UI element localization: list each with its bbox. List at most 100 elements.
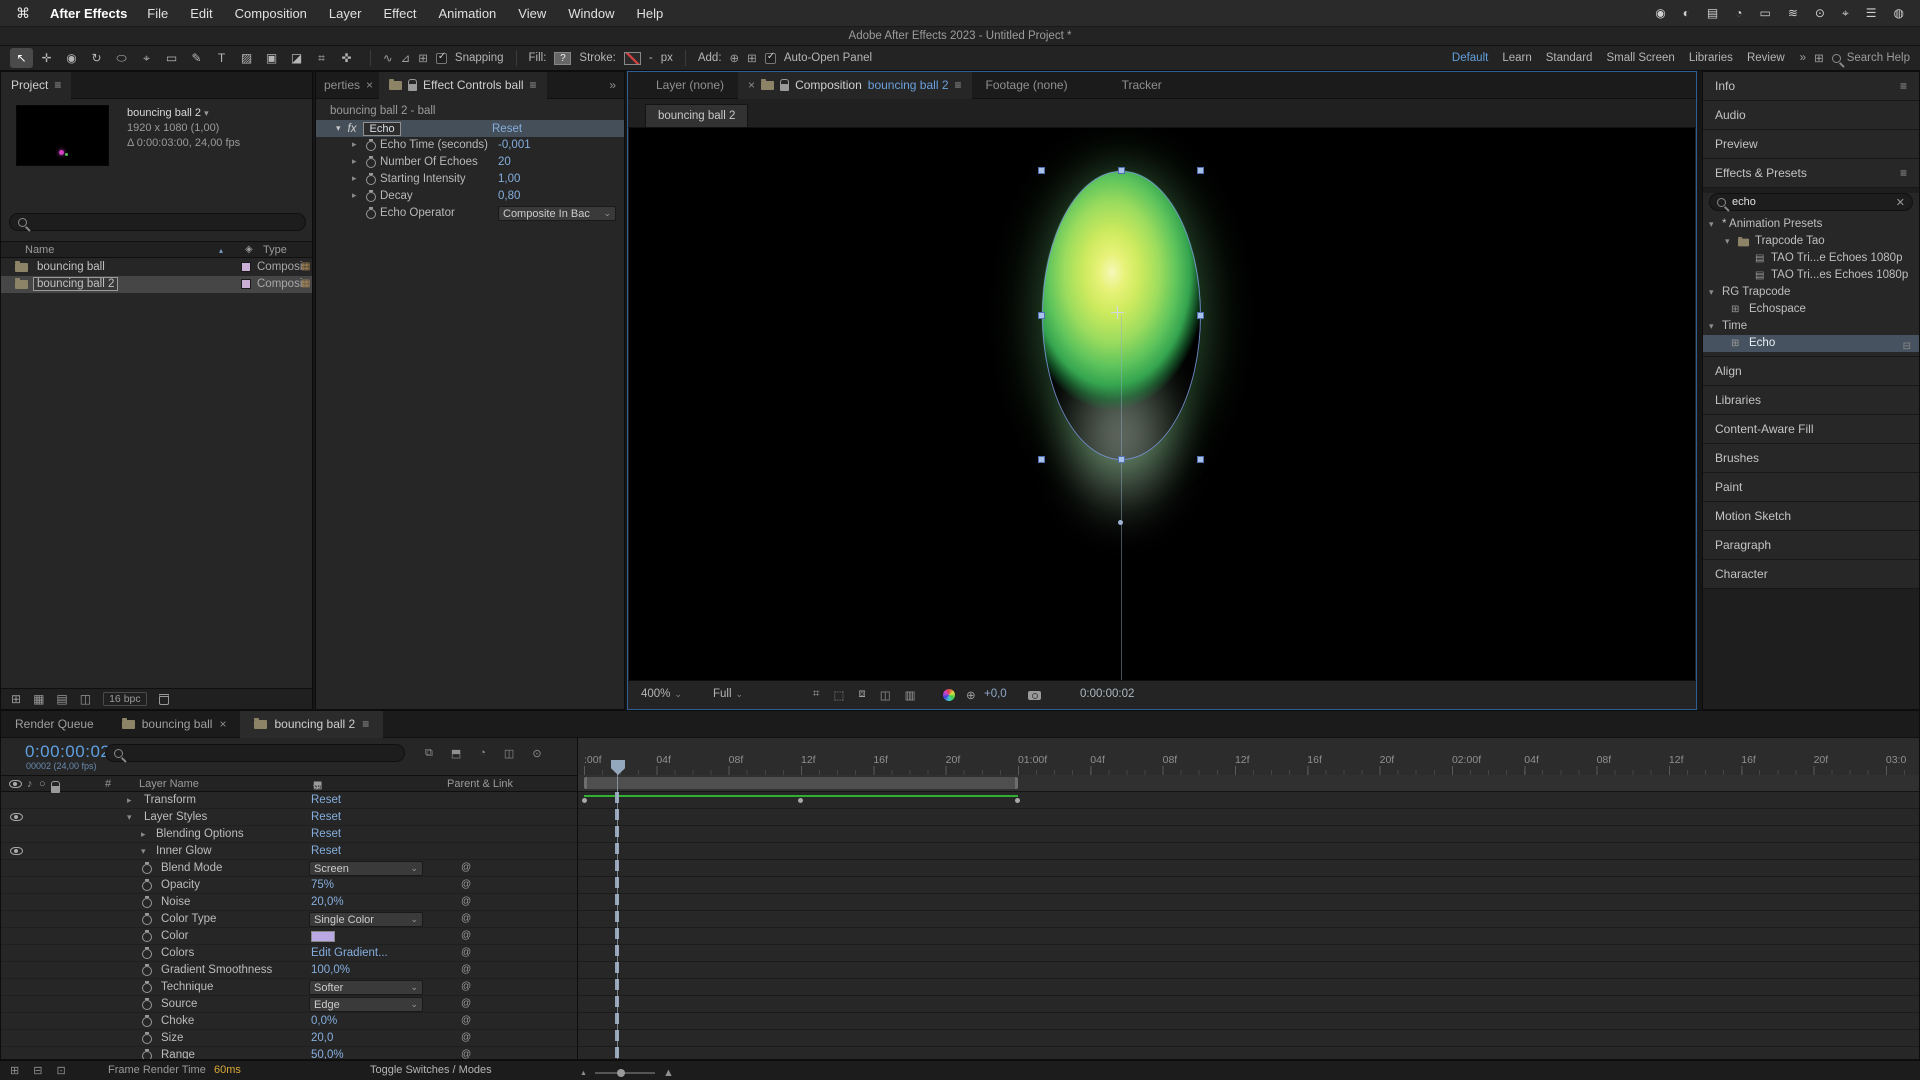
- stroke-value[interactable]: -: [649, 52, 653, 64]
- property-label[interactable]: Gradient Smoothness: [161, 964, 272, 976]
- sidebar-panel-header[interactable]: Info ≡: [1703, 72, 1919, 101]
- stopwatch-icon[interactable]: [142, 1000, 152, 1010]
- effects-tree-label[interactable]: RG Trapcode: [1722, 284, 1790, 301]
- effects-presets-search-field[interactable]: ✕: [1709, 193, 1913, 211]
- stopwatch-icon[interactable]: [142, 1051, 152, 1060]
- clear-search-icon[interactable]: ✕: [1896, 196, 1905, 209]
- effects-tree-item[interactable]: ▾ RG Trapcode: [1703, 284, 1919, 301]
- timeline-property-row[interactable]: ▾ Inner Glow Reset Reset ⌄ @: [1, 843, 577, 860]
- selection-handle[interactable]: [1118, 456, 1125, 463]
- timeline-bottom-icon[interactable]: ⊞: [10, 1064, 19, 1077]
- property-dropdown[interactable]: Screen ⌄: [309, 861, 423, 876]
- stopwatch-icon[interactable]: [366, 141, 376, 151]
- effect-param-row[interactable]: ▸ Starting Intensity 1,00 1,00 ⌄: [316, 171, 624, 188]
- property-label[interactable]: Choke: [161, 1015, 194, 1027]
- property-label[interactable]: Transform: [144, 794, 196, 806]
- menubar-status-icon[interactable]: ≋: [1788, 6, 1798, 21]
- add-fill-icon[interactable]: ⊕: [730, 51, 740, 65]
- timeline-tracks[interactable]: [578, 792, 1919, 1059]
- effects-tree-label[interactable]: TAO Tri...es Echoes 1080p: [1771, 267, 1908, 284]
- toolbar-option-icon[interactable]: ∿: [383, 51, 393, 65]
- menu-item[interactable]: Window: [568, 6, 614, 21]
- workspace-grid-icon[interactable]: ⊞: [1814, 51, 1824, 65]
- timeline-property-row[interactable]: Gradient Smoothness 100,0% 100,0% ⌄ @: [1, 962, 577, 979]
- panel-menu-icon[interactable]: ≡: [530, 78, 537, 92]
- tab-overflow-chevrons[interactable]: »: [609, 78, 624, 92]
- pickwhip-icon[interactable]: @: [461, 1049, 471, 1060]
- pickwhip-icon[interactable]: @: [461, 879, 471, 890]
- tab-tracker[interactable]: Tracker: [1122, 78, 1162, 92]
- timeline-property-row[interactable]: Source Edge Edge ⌄ @: [1, 996, 577, 1013]
- column-name[interactable]: Name: [25, 244, 54, 256]
- stopwatch-icon[interactable]: [366, 209, 376, 219]
- tab-properties[interactable]: perties: [316, 78, 366, 92]
- close-icon[interactable]: ×: [219, 717, 226, 731]
- label-color-chip[interactable]: [241, 279, 251, 289]
- keyframe-dot[interactable]: [1015, 798, 1020, 803]
- eraser-tool[interactable]: ◪: [285, 48, 308, 68]
- lock-icon[interactable]: [780, 84, 789, 91]
- menubar-status-icon[interactable]: ⌖: [1842, 6, 1849, 21]
- effect-param-row[interactable]: ▸ Echo Time (seconds) -0,001 -0,001 ⌄: [316, 137, 624, 154]
- expand-caret[interactable]: ▾: [1709, 216, 1714, 233]
- param-value[interactable]: -0,001: [498, 139, 531, 151]
- menubar-status-icon[interactable]: ⊙: [1815, 6, 1825, 21]
- property-value[interactable]: Edit Gradient...: [311, 947, 388, 959]
- expand-caret[interactable]: ▸: [141, 829, 146, 840]
- tab-composition[interactable]: × Composition bouncing ball 2 ≡: [738, 72, 971, 99]
- selection-handle[interactable]: [1197, 167, 1204, 174]
- tab-layer[interactable]: Layer (none): [656, 78, 724, 92]
- param-value[interactable]: 0,80: [498, 190, 520, 202]
- effects-tree-label[interactable]: Echospace: [1749, 301, 1806, 318]
- audio-column-icon[interactable]: ♪: [27, 778, 33, 790]
- interpret-footage-icon[interactable]: ⊞: [11, 692, 21, 706]
- property-label[interactable]: Size: [161, 1032, 183, 1044]
- brush-tool[interactable]: ▨: [235, 48, 258, 68]
- project-settings-icon[interactable]: ◫: [80, 692, 91, 706]
- workspace-overflow-chevrons[interactable]: »: [1800, 52, 1806, 64]
- menubar-status-icon[interactable]: ◔: [1735, 6, 1742, 21]
- stopwatch-icon[interactable]: [142, 1017, 152, 1027]
- effects-tree-label[interactable]: Echo: [1749, 335, 1775, 352]
- menu-item[interactable]: Animation: [438, 6, 496, 21]
- property-dropdown[interactable]: Single Color ⌄: [309, 912, 423, 927]
- item-name[interactable]: bouncing ball: [37, 261, 105, 273]
- timeline-property-row[interactable]: Blend Mode Screen Screen ⌄ @: [1, 860, 577, 877]
- snapping-checkbox[interactable]: [436, 53, 447, 64]
- expand-caret[interactable]: ▾: [1709, 284, 1714, 301]
- menubar-status-icon[interactable]: ◉: [1655, 6, 1665, 21]
- pickwhip-icon[interactable]: @: [461, 998, 471, 1009]
- label-color-chip[interactable]: [241, 262, 251, 272]
- timeline-property-row[interactable]: ▸ Blending Options Reset Reset ⌄ @: [1, 826, 577, 843]
- timeline-property-row[interactable]: Colors Edit Gradient... Edit Gradient...…: [1, 945, 577, 962]
- search-help[interactable]: Search Help: [1832, 52, 1910, 64]
- expand-caret[interactable]: ▾: [1725, 233, 1730, 250]
- item-name[interactable]: bouncing ball 2: [127, 107, 201, 119]
- new-folder-icon[interactable]: ▦: [33, 692, 44, 706]
- menubar-status-icon[interactable]: ☰: [1866, 6, 1877, 21]
- effects-tree-label[interactable]: TAO Tri...e Echoes 1080p: [1771, 250, 1902, 267]
- sidebar-panel-header[interactable]: Audio ≡: [1703, 101, 1919, 130]
- work-area-bar[interactable]: [584, 777, 1018, 789]
- keyframe-dot[interactable]: [798, 798, 803, 803]
- stopwatch-icon[interactable]: [366, 175, 376, 185]
- property-dropdown[interactable]: Softer ⌄: [309, 980, 423, 995]
- menu-item[interactable]: Effect: [383, 6, 416, 21]
- effects-presets-search-input[interactable]: [1732, 196, 1872, 208]
- menu-item[interactable]: File: [147, 6, 168, 21]
- sidebar-panel-header[interactable]: Paragraph: [1703, 531, 1919, 560]
- property-value[interactable]: 20,0: [311, 1032, 333, 1044]
- stroke-swatch[interactable]: [624, 52, 641, 65]
- workspace-tab[interactable]: Standard: [1539, 52, 1600, 64]
- timeline-bottom-icon[interactable]: ⊡: [56, 1064, 65, 1077]
- sidebar-panel-header[interactable]: Character: [1703, 560, 1919, 589]
- zoom-slider-handle[interactable]: [617, 1069, 625, 1077]
- puppet-tool[interactable]: ✜: [335, 48, 358, 68]
- pickwhip-icon[interactable]: @: [461, 947, 471, 958]
- workspace-tab[interactable]: Learn: [1495, 52, 1538, 64]
- snapshot-camera-icon[interactable]: [1028, 691, 1041, 700]
- workspace-tab[interactable]: Small Screen: [1599, 52, 1681, 64]
- resolution-select[interactable]: Full ⌄: [713, 688, 743, 700]
- timeline-property-row[interactable]: Color Type Single Color Single Color ⌄ @: [1, 911, 577, 928]
- selection-handle[interactable]: [1038, 312, 1045, 319]
